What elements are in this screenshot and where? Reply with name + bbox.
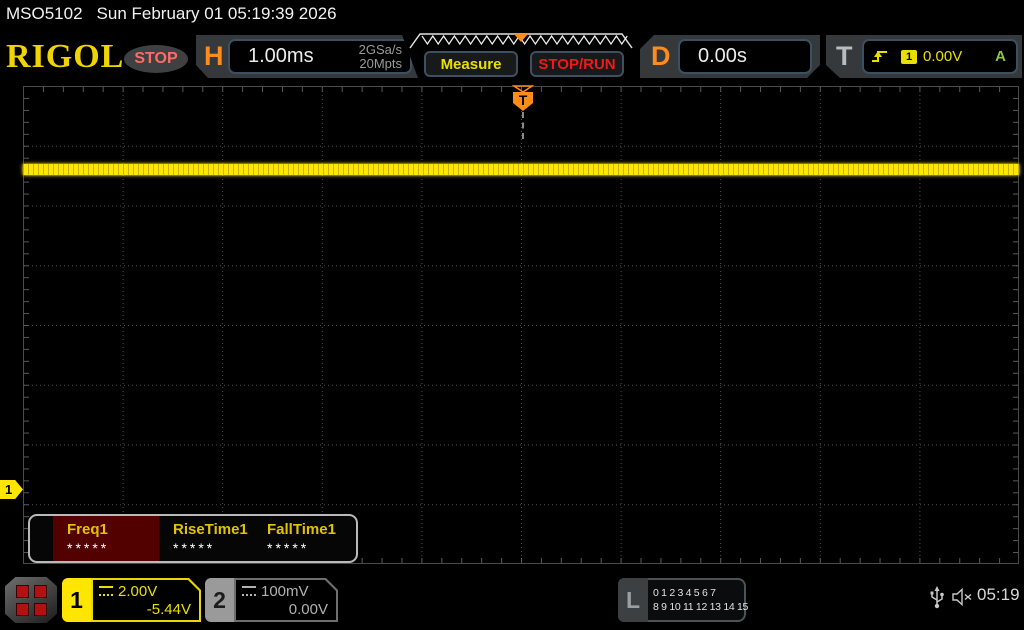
- measure-button[interactable]: Measure: [424, 51, 518, 77]
- title-bar: MSO5102 Sun February 01 05:19:39 2026: [6, 4, 337, 24]
- trigger-position-triangle-icon: [512, 85, 534, 93]
- channel2-values: 100mV 0.00V: [236, 580, 336, 620]
- channel2-offset: 0.00V: [288, 601, 328, 618]
- sample-rate-memdepth: 2GSa/s 20Mpts: [359, 43, 410, 71]
- measurement-label: RiseTime1: [173, 521, 248, 538]
- channel1-scale: 2.00V: [118, 583, 158, 600]
- measurement-panel[interactable]: Freq1 ***** RiseTime1 ***** FallTime1 **…: [28, 514, 358, 563]
- speaker-muted-icon: [952, 588, 972, 606]
- usb-icon: [930, 586, 944, 609]
- channel1-ground-marker[interactable]: 1: [0, 480, 23, 499]
- acquisition-state-badge: STOP: [124, 45, 188, 73]
- trigger-settings-group[interactable]: T 1 0.00V A: [826, 35, 1022, 78]
- rising-edge-icon: [870, 49, 889, 64]
- dc-coupling-icon: [242, 586, 256, 596]
- logic-row-1: 0 1 2 3 4 5 6 7: [653, 587, 716, 599]
- delay-value: 0.00s: [698, 45, 747, 67]
- measurement-freq1[interactable]: Freq1 *****: [53, 516, 159, 561]
- timebase-value: 1.00ms: [248, 45, 314, 67]
- datetime: Sun February 01 05:19:39 2026: [96, 4, 337, 23]
- measurement-value: *****: [267, 540, 310, 556]
- stop-run-button[interactable]: STOP/RUN: [530, 51, 624, 77]
- trigger-level-value: 0.00V: [923, 48, 963, 65]
- graticule[interactable]: [23, 86, 1019, 564]
- rigol-logo: RIGOL: [6, 38, 125, 75]
- measurement-value: *****: [173, 540, 216, 556]
- channel2-block[interactable]: 2 100mV 0.00V: [205, 578, 338, 622]
- delay-key-label: D: [651, 41, 671, 71]
- channel1-number: 1: [62, 578, 91, 622]
- trigger-panel[interactable]: 1 0.00V A: [862, 39, 1018, 74]
- waveform-preview-strip[interactable]: [408, 32, 634, 50]
- trigger-position-line: [522, 112, 524, 139]
- sample-rate: 2GSa/s: [358, 41, 402, 57]
- menu-grid-icon: [15, 584, 47, 616]
- menu-button[interactable]: [5, 577, 57, 623]
- channel1-offset: -5.44V: [146, 601, 191, 618]
- measurement-label: Freq1: [67, 521, 108, 538]
- measurement-label: FallTime1: [267, 521, 336, 538]
- trigger-key-label: T: [836, 41, 853, 71]
- channel2-scale: 100mV: [261, 583, 309, 600]
- channel1-trace: [23, 164, 1019, 175]
- logic-key-label: L: [618, 578, 648, 622]
- measurement-risetime1[interactable]: RiseTime1 *****: [159, 516, 253, 561]
- channel1-block[interactable]: 1 2.00V -5.44V: [62, 578, 201, 622]
- channel1-values: 2.00V -5.44V: [93, 580, 199, 620]
- oscilloscope-screen: MSO5102 Sun February 01 05:19:39 2026 RIG…: [0, 0, 1024, 630]
- measurement-falltime1[interactable]: FallTime1 *****: [253, 516, 355, 561]
- logic-row-2: 8 9 10 11 12 13 14 15: [653, 601, 749, 613]
- channel2-number: 2: [205, 578, 234, 622]
- horizontal-key-label: H: [204, 41, 224, 71]
- clock: 05:19: [977, 585, 1020, 604]
- delay-panel[interactable]: 0.00s: [678, 39, 812, 74]
- logic-channels-block[interactable]: L 0 1 2 3 4 5 6 7 8 9 10 11 12 13 14 15: [618, 578, 749, 622]
- trigger-source-badge: 1: [901, 50, 917, 64]
- trigger-mode-auto: A: [995, 48, 1006, 65]
- dc-coupling-icon: [99, 586, 113, 596]
- memory-depth: 20Mpts: [359, 55, 402, 71]
- measurement-value: *****: [67, 540, 110, 556]
- grid-icon: [23, 86, 1019, 564]
- model-name: MSO5102: [6, 4, 83, 23]
- logic-channel-list: 0 1 2 3 4 5 6 7 8 9 10 11 12 13 14 15: [648, 578, 749, 622]
- timebase-panel[interactable]: 1.00ms 2GSa/s 20Mpts: [228, 39, 412, 74]
- delay-settings-group[interactable]: D 0.00s: [640, 35, 820, 78]
- waveform-preview-icon: [409, 33, 633, 49]
- horizontal-settings-group[interactable]: H 1.00ms 2GSa/s 20Mpts: [196, 35, 418, 78]
